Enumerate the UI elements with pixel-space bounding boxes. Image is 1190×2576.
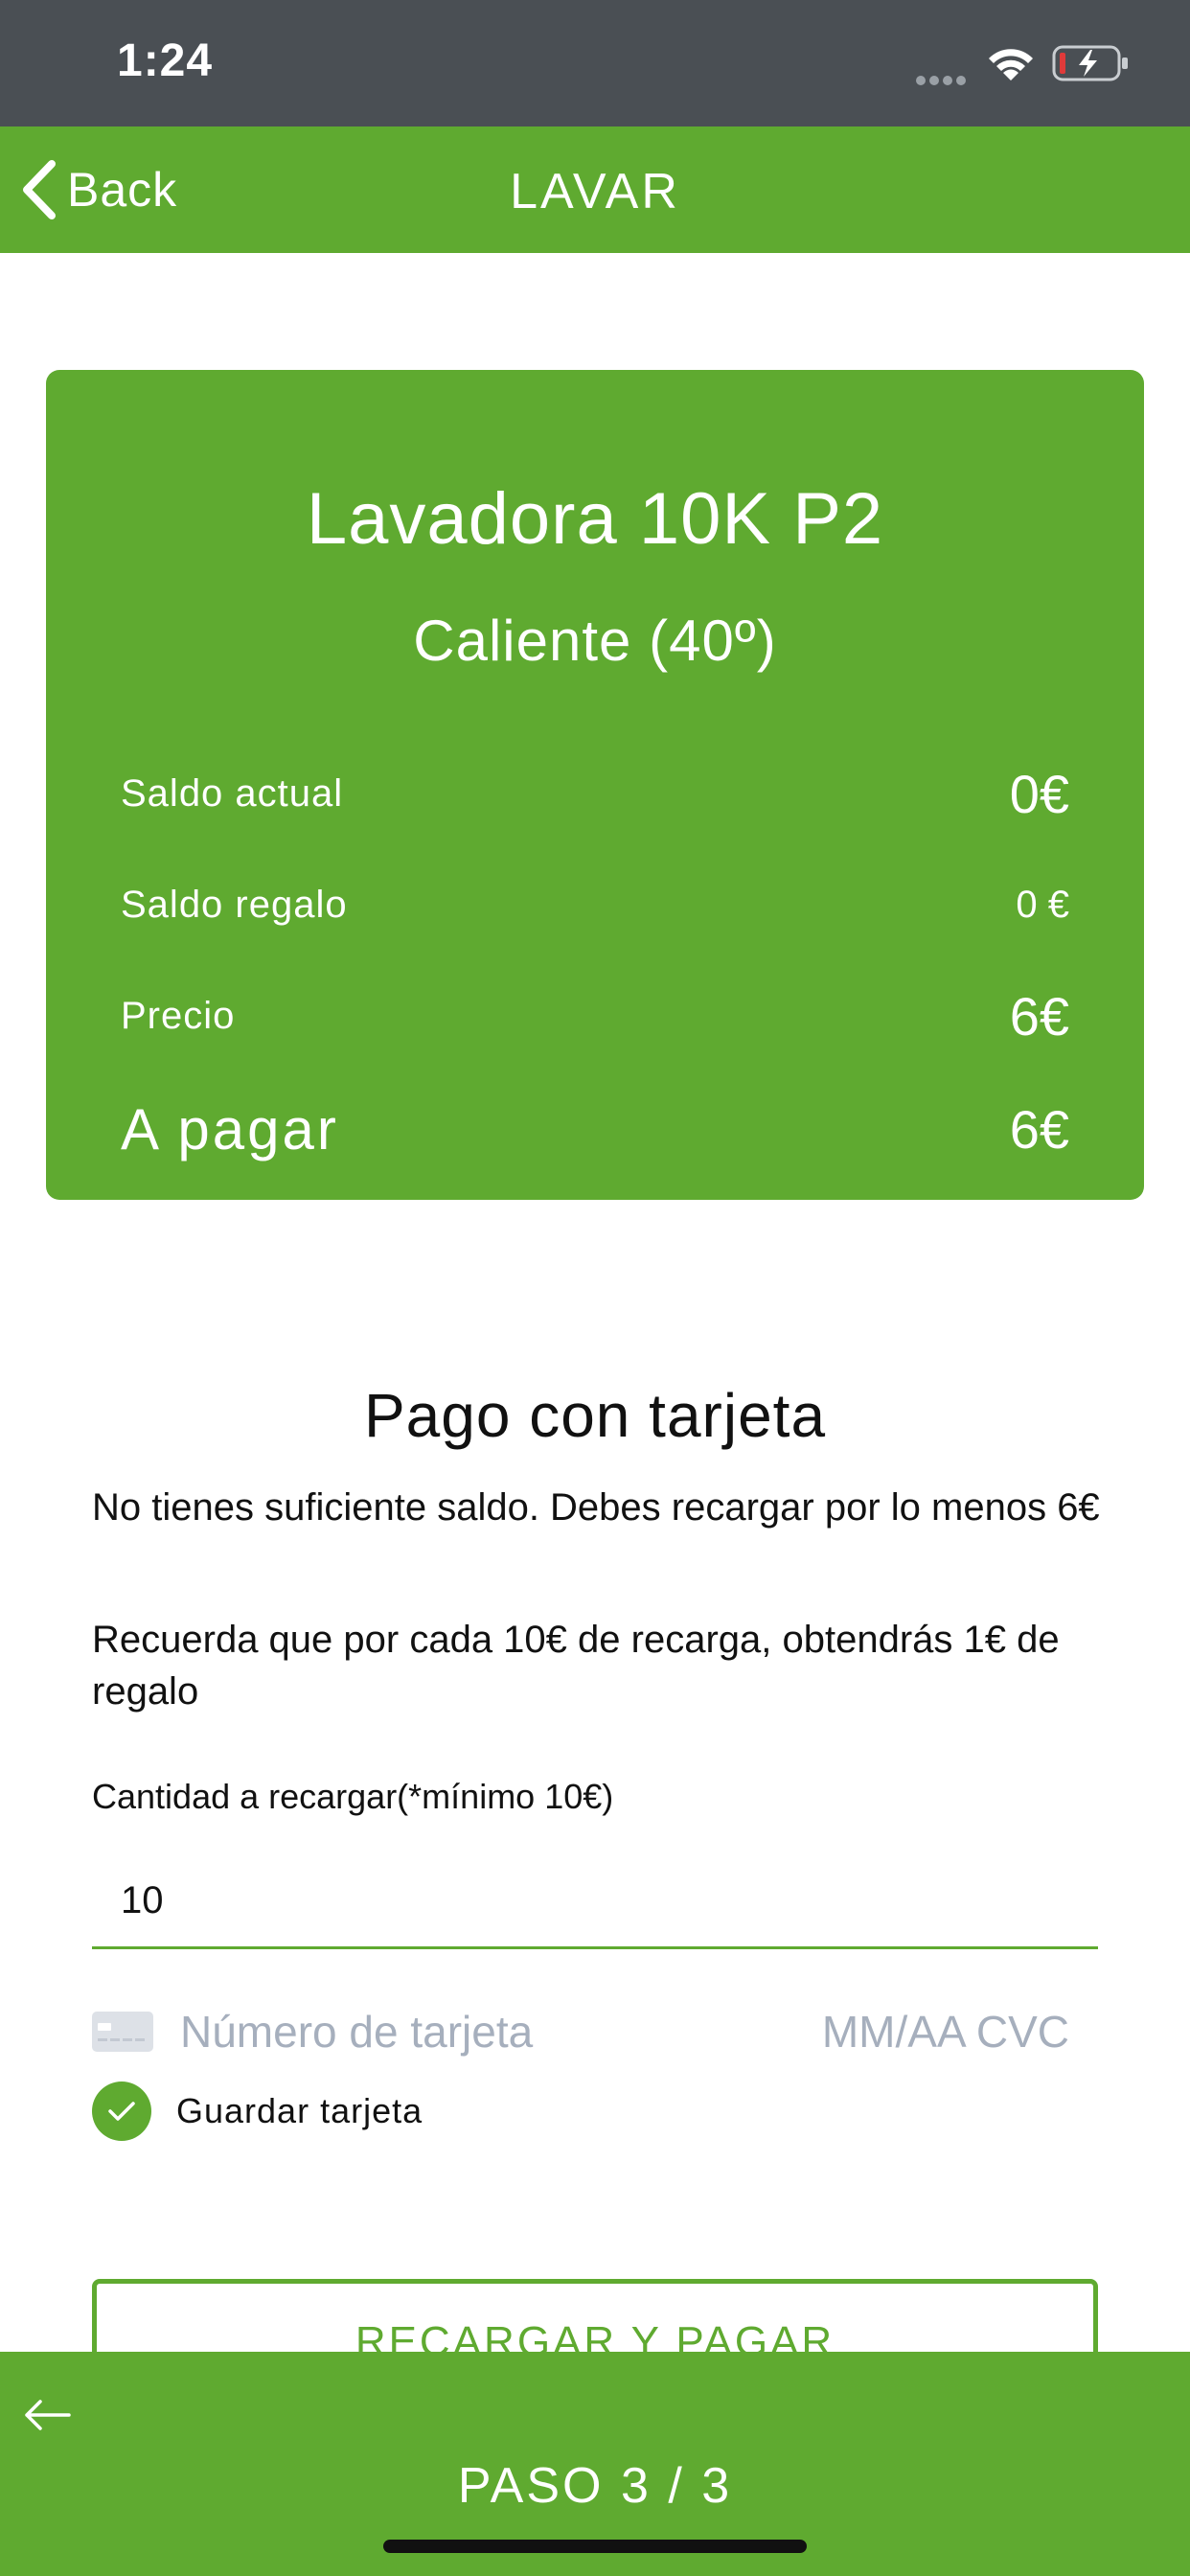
credit-card-icon xyxy=(92,2012,153,2052)
summary-row-value: 6€ xyxy=(1009,985,1069,1046)
card-expiry-cvc-field[interactable]: MM/AA CVC xyxy=(822,2006,1069,2058)
summary-row-value: 6€ xyxy=(1009,1098,1069,1160)
status-time: 1:24 xyxy=(117,35,214,86)
amount-field-label: Cantidad a recargar(*mínimo 10€) xyxy=(92,1777,614,1816)
machine-name: Lavadora 10K P2 xyxy=(306,478,884,560)
payment-screen: 1:24 Back LAVAR Lavadora 10K P2 Caliente… xyxy=(0,0,1190,2576)
arrow-left-icon[interactable] xyxy=(21,2396,73,2434)
order-summary-card: Lavadora 10K P2 Caliente (40º) Saldo act… xyxy=(46,370,1144,1200)
nav-bar: Back LAVAR xyxy=(0,126,1190,253)
save-card-label: Guardar tarjeta xyxy=(176,2091,423,2130)
bottom-step-bar: PASO 3 / 3 xyxy=(0,2352,1190,2576)
summary-row-label: Precio xyxy=(121,994,236,1037)
insufficient-balance-note: No tienes suficiente saldo. Debes recarg… xyxy=(92,1486,1100,1529)
summary-row-gift-balance: Saldo regalo 0 € xyxy=(121,866,1069,943)
summary-row-amount-due: A pagar 6€ xyxy=(121,1091,1069,1167)
step-indicator: PASO 3 / 3 xyxy=(457,2458,733,2514)
summary-row-label: A pagar xyxy=(121,1096,339,1162)
summary-row-label: Saldo actual xyxy=(121,771,344,815)
status-bar: 1:24 xyxy=(0,0,1190,126)
summary-row-value: 0 € xyxy=(1016,883,1069,926)
summary-row-current-balance: Saldo actual 0€ xyxy=(121,755,1069,832)
summary-row-price: Precio 6€ xyxy=(121,978,1069,1054)
page-title: LAVAR xyxy=(510,164,680,219)
checkmark-icon xyxy=(92,2082,151,2141)
signal-dots-icon xyxy=(916,73,970,85)
home-indicator[interactable] xyxy=(383,2540,807,2553)
recharge-amount-input[interactable] xyxy=(92,1855,1098,1949)
payment-section-title: Pago con tarjeta xyxy=(363,1381,827,1450)
save-card-checkbox[interactable]: Guardar tarjeta xyxy=(92,2080,423,2143)
summary-row-label: Saldo regalo xyxy=(121,883,348,926)
gift-info-note: Recuerda que por cada 10€ de recarga, ob… xyxy=(92,1619,1060,1713)
program-name: Caliente (40º) xyxy=(413,609,777,673)
battery-charging-icon xyxy=(1052,45,1128,81)
summary-row-value: 0€ xyxy=(1009,763,1069,824)
card-number-field[interactable]: Número de tarjeta xyxy=(180,2006,822,2058)
wifi-icon xyxy=(989,49,1033,80)
card-details-field[interactable]: Número de tarjeta MM/AA CVC xyxy=(92,1995,1069,2068)
